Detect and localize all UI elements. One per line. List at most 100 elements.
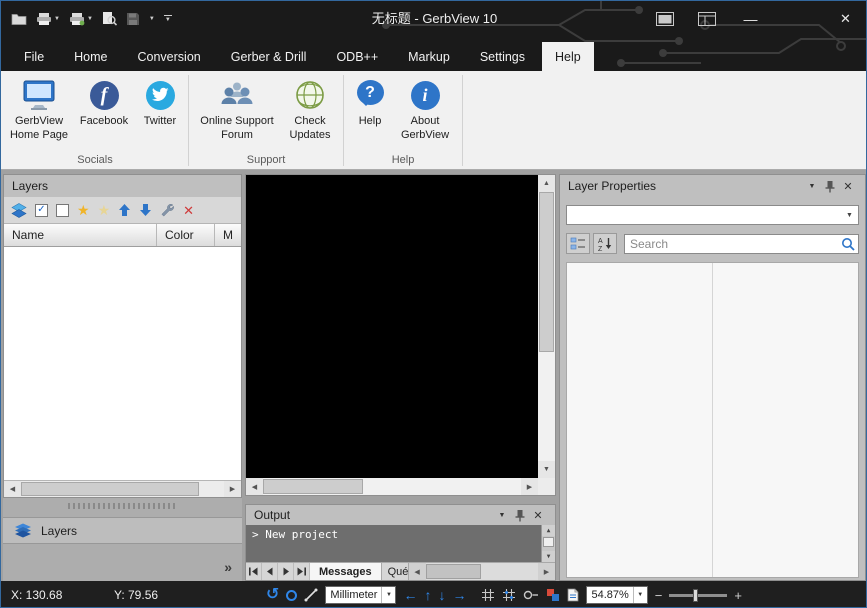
search-icon[interactable] [838,237,858,251]
star-filled-icon[interactable]: ★ [77,203,90,217]
scroll-up-button[interactable]: ▲ [542,525,555,536]
drawing-canvas[interactable] [246,175,538,478]
panel-pin-button[interactable] [821,178,839,194]
scrollbar-thumb[interactable] [21,482,199,496]
scroll-right-button[interactable]: ▶ [224,481,241,497]
scrollbar-thumb[interactable] [539,192,554,352]
layer-tools-button[interactable] [160,203,175,218]
unit-combo[interactable]: Millimeter ▼ [325,586,396,604]
tab-file[interactable]: File [11,42,57,71]
zoom-in-button[interactable]: + [734,589,742,602]
last-tab-button[interactable] [294,563,310,580]
layer-select-combo[interactable]: ▼ [566,205,859,225]
property-grid-names[interactable] [567,263,713,577]
scrollbar-track[interactable] [21,481,224,497]
origin-button[interactable] [523,590,539,600]
about-gerbview-button[interactable]: i About GerbView [392,74,458,153]
tab-markup[interactable]: Markup [395,42,463,71]
scroll-down-button[interactable]: ▼ [538,461,555,478]
tab-gerber-drill[interactable]: Gerber & Drill [218,42,320,71]
column-header-name[interactable]: Name [4,224,157,246]
move-layer-down-button[interactable] [139,203,152,217]
snap-grid-button[interactable] [502,588,516,602]
zoom-slider[interactable] [669,594,727,597]
scrollbar-track[interactable] [426,563,538,580]
column-header-m[interactable]: M [215,224,241,246]
report-button[interactable] [567,588,579,602]
splitter-grip[interactable] [68,503,178,509]
scroll-left-button[interactable]: ◀ [246,478,263,495]
output-menu-button[interactable]: ▼ [493,507,511,523]
tab-messages[interactable]: Messages [310,563,382,580]
window-switch-button[interactable] [644,1,686,36]
hide-all-layers-checkbox[interactable] [56,204,69,217]
pan-up-button[interactable]: ↑ [424,587,431,603]
scroll-up-button[interactable]: ▲ [538,175,555,192]
first-tab-button[interactable] [246,563,262,580]
panel-menu-button[interactable]: ▼ [803,178,821,194]
move-layer-up-button[interactable] [118,203,131,217]
help-button[interactable]: ? Help [348,74,392,153]
canvas-horizontal-scrollbar[interactable]: ◀ ▶ [246,478,538,495]
tab-help[interactable]: Help [542,42,594,71]
property-grid[interactable] [566,262,859,578]
next-tab-button[interactable] [278,563,294,580]
scrollbar-track[interactable] [538,192,555,461]
add-layer-button[interactable] [11,203,27,218]
property-grid-values[interactable] [713,263,858,577]
column-header-color[interactable]: Color [157,224,215,246]
delete-layer-button[interactable]: ✕ [183,204,194,217]
grid-toggle-button[interactable] [481,588,495,602]
circle-mode-button[interactable] [286,590,297,601]
twitter-button[interactable]: Twitter [136,74,184,153]
scrollbar-track[interactable] [542,536,555,551]
open-folder-button[interactable] [11,12,27,25]
print-button[interactable]: ▼ [36,12,60,26]
scroll-right-button[interactable]: ▶ [521,478,538,495]
scroll-left-button[interactable]: ◀ [409,563,426,580]
star-dim-icon[interactable]: ★ [98,203,111,217]
pan-right-button[interactable]: → [452,587,466,603]
output-pin-button[interactable] [511,507,529,523]
output-close-button[interactable]: ✕ [529,507,547,523]
redraw-button[interactable]: ↺ [266,587,279,603]
canvas-vertical-scrollbar[interactable]: ▲ ▼ [538,175,555,478]
layer-colors-button[interactable] [546,588,560,602]
tab-conversion[interactable]: Conversion [125,42,214,71]
check-updates-button[interactable]: Check Updates [281,74,339,153]
save-button[interactable] [126,12,140,26]
tab-queries[interactable]: Qué [382,563,409,580]
prev-tab-button[interactable] [262,563,278,580]
output-console[interactable]: > New project ▲ ▼ [246,525,555,562]
close-button[interactable]: ✕ [823,1,867,36]
dock-overflow-button[interactable]: » [224,559,232,575]
sort-az-button[interactable]: AZ [593,233,617,254]
customize-toolbar-button[interactable]: ▼ [164,15,172,23]
output-tabs-scrollbar[interactable]: ◀ ▶ [409,563,555,580]
pan-left-button[interactable]: ← [403,587,417,603]
zoom-slider-thumb[interactable] [693,589,698,602]
zoom-out-button[interactable]: − [655,589,663,602]
batch-print-button[interactable]: ▼ [69,12,93,26]
tab-settings[interactable]: Settings [467,42,538,71]
scroll-right-button[interactable]: ▶ [538,563,555,580]
print-preview-button[interactable] [102,11,117,26]
categorize-button[interactable] [566,233,590,254]
show-all-layers-checkbox[interactable]: ✓ [35,204,48,217]
minimize-button[interactable]: — [728,1,773,36]
panel-close-button[interactable]: ✕ [839,178,857,194]
facebook-button[interactable]: f Facebook [72,74,136,153]
zoom-combo[interactable]: 54.87% ▼ [586,586,647,604]
measure-line-button[interactable] [304,588,318,602]
tab-home[interactable]: Home [61,42,120,71]
console-scrollbar[interactable]: ▲ ▼ [541,525,555,562]
scrollbar-thumb[interactable] [426,564,481,579]
scrollbar-thumb[interactable] [543,537,554,547]
pan-down-button[interactable]: ↓ [438,587,445,603]
scrollbar-track[interactable] [263,478,521,495]
window-layout-button[interactable] [686,1,728,36]
layers-horizontal-scrollbar[interactable]: ◀ ▶ [4,480,241,497]
online-support-forum-button[interactable]: Online Support Forum [193,74,281,153]
gerbview-home-page-button[interactable]: GerbView Home Page [6,74,72,153]
tab-odb[interactable]: ODB++ [323,42,391,71]
